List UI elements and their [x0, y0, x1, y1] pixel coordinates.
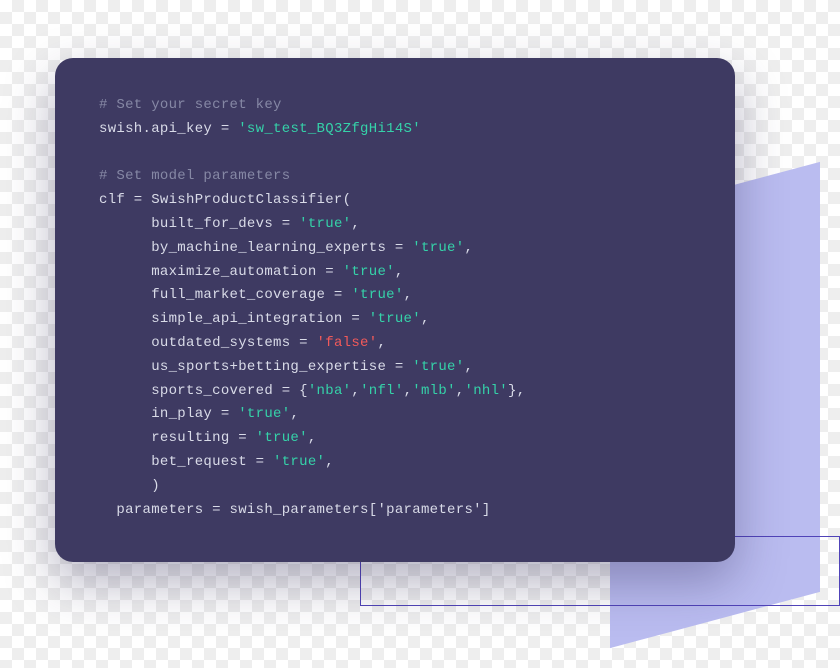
- code-line-param-built-for-devs: built_for_devs = 'true',: [99, 213, 691, 237]
- code-line-parameters: parameters = swish_parameters['parameter…: [99, 499, 691, 523]
- code-text: ,: [351, 216, 360, 232]
- code-text: ,: [456, 383, 465, 399]
- code-line-param-sports-expertise: us_sports+betting_expertise = 'true',: [99, 356, 691, 380]
- code-string: 'true': [256, 430, 308, 446]
- code-text: ,: [464, 240, 473, 256]
- code-text: simple_api_integration =: [99, 311, 369, 327]
- code-line-classifier-open: clf = SwishProductClassifier(: [99, 189, 691, 213]
- code-text: ,: [325, 454, 334, 470]
- code-text: by_machine_learning_experts =: [99, 240, 412, 256]
- code-text: maximize_automation =: [99, 264, 343, 280]
- code-string: 'true': [343, 264, 395, 280]
- code-text: resulting =: [99, 430, 256, 446]
- code-text: ,: [290, 406, 299, 422]
- code-text: },: [508, 383, 525, 399]
- code-string: 'true': [369, 311, 421, 327]
- code-text: built_for_devs =: [99, 216, 299, 232]
- comment-text: # Set model parameters: [99, 168, 290, 184]
- code-text: us_sports+betting_expertise =: [99, 359, 412, 375]
- code-text: ,: [404, 287, 413, 303]
- code-text: in_play =: [99, 406, 238, 422]
- code-line-param-bet-request: bet_request = 'true',: [99, 451, 691, 475]
- code-line-param-api-integration: simple_api_integration = 'true',: [99, 308, 691, 332]
- code-line-param-coverage: full_market_coverage = 'true',: [99, 284, 691, 308]
- code-string: 'true': [299, 216, 351, 232]
- code-text: sports_covered = {: [99, 383, 308, 399]
- code-text: swish.api_key =: [99, 121, 238, 137]
- code-text: ,: [464, 359, 473, 375]
- code-text: parameters = swish_parameters['parameter…: [99, 502, 491, 518]
- code-text: ,: [377, 335, 386, 351]
- code-string: 'mlb': [412, 383, 456, 399]
- code-text: bet_request =: [99, 454, 273, 470]
- code-text: full_market_coverage =: [99, 287, 351, 303]
- code-line-param-ml-experts: by_machine_learning_experts = 'true',: [99, 237, 691, 261]
- code-line-close-paren: ): [99, 475, 691, 499]
- code-string: 'true': [412, 359, 464, 375]
- code-string: 'true': [412, 240, 464, 256]
- code-text: ,: [308, 430, 317, 446]
- code-text: outdated_systems =: [99, 335, 317, 351]
- code-line-param-sports-covered: sports_covered = {'nba','nfl','mlb','nhl…: [99, 380, 691, 404]
- code-text: ,: [404, 383, 413, 399]
- code-text: ): [99, 478, 160, 494]
- code-line-param-automation: maximize_automation = 'true',: [99, 261, 691, 285]
- code-line-comment-2: # Set model parameters: [99, 165, 691, 189]
- code-text: ,: [351, 383, 360, 399]
- code-text: ,: [395, 264, 404, 280]
- code-snippet-card: # Set your secret key swish.api_key = 's…: [55, 58, 735, 562]
- code-line-param-resulting: resulting = 'true',: [99, 427, 691, 451]
- code-string: 'sw_test_BQ3ZfgHi14S': [238, 121, 421, 137]
- code-string: 'true': [351, 287, 403, 303]
- code-string: 'nfl': [360, 383, 404, 399]
- code-string: 'nhl': [465, 383, 509, 399]
- code-text: ,: [421, 311, 430, 327]
- code-string-false: 'false': [317, 335, 378, 351]
- code-line-comment-1: # Set your secret key: [99, 94, 691, 118]
- code-string: 'nba': [308, 383, 352, 399]
- code-string: 'true': [238, 406, 290, 422]
- comment-text: # Set your secret key: [99, 97, 282, 113]
- code-line-blank: [99, 142, 691, 166]
- code-text: clf = SwishProductClassifier(: [99, 192, 351, 208]
- code-line-api-key: swish.api_key = 'sw_test_BQ3ZfgHi14S': [99, 118, 691, 142]
- code-line-param-in-play: in_play = 'true',: [99, 403, 691, 427]
- code-line-param-outdated: outdated_systems = 'false',: [99, 332, 691, 356]
- code-string: 'true': [273, 454, 325, 470]
